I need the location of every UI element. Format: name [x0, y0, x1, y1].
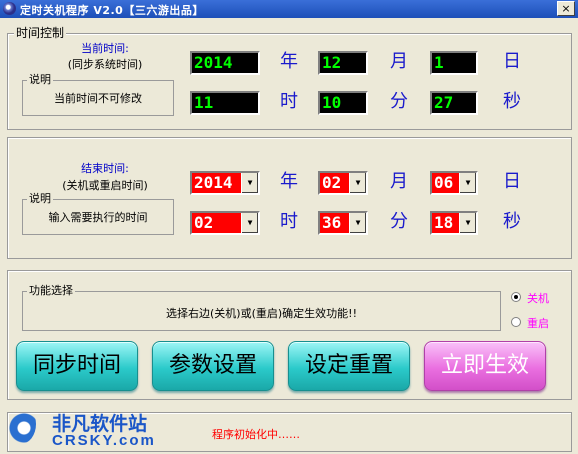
unit-minute-end: 分: [390, 211, 408, 232]
window-title: 定时关机程序 V2.0【三六游出品】: [20, 4, 204, 17]
end-time-note-box: 说明 输入需要执行的时间: [22, 192, 174, 235]
end-time-note: 输入需要执行的时间: [48, 211, 148, 224]
function-legend: 功能选择: [27, 284, 75, 298]
unit-hour: 时: [280, 91, 298, 112]
unit-year: 年: [280, 51, 298, 72]
end-hour-value: 02: [194, 213, 214, 232]
unit-second: 秒: [503, 91, 521, 112]
unit-year-end: 年: [280, 171, 298, 192]
unit-month: 月: [390, 51, 408, 72]
end-day-value: 06: [434, 173, 454, 192]
current-month-field: 12: [318, 51, 368, 75]
unit-second-end: 秒: [503, 211, 521, 232]
current-year-field: 2014: [190, 51, 260, 75]
end-day-select[interactable]: 06 ▼: [430, 171, 478, 195]
current-second-field: 27: [430, 91, 478, 115]
chevron-down-icon[interactable]: ▼: [459, 173, 476, 193]
status-text: 程序初始化中……: [212, 428, 300, 441]
current-day-field: 1: [430, 51, 478, 75]
current-hour-field: 11: [190, 91, 260, 115]
end-year-value: 2014: [194, 173, 233, 192]
unit-day: 日: [503, 51, 521, 72]
unit-hour-end: 时: [280, 211, 298, 232]
end-time-group: [7, 137, 572, 259]
current-time-note-legend: 说明: [27, 73, 53, 87]
current-minute-field: 10: [318, 91, 368, 115]
end-minute-value: 36: [322, 213, 342, 232]
end-month-value: 02: [322, 173, 342, 192]
apply-now-button[interactable]: 立即生效: [424, 341, 546, 391]
reset-button[interactable]: 设定重置: [288, 341, 410, 391]
current-time-sublabel: (同步系统时间): [67, 58, 143, 71]
title-bar: 定时关机程序 V2.0【三六游出品】 ×: [0, 0, 578, 18]
function-instruction: 选择右边(关机)或(重启)确定生效功能!!: [166, 307, 357, 320]
app-icon: [3, 2, 16, 15]
watermark-en: CRSKY.com: [52, 432, 156, 449]
end-hour-select[interactable]: 02 ▼: [190, 211, 260, 235]
end-minute-select[interactable]: 36 ▼: [318, 211, 368, 235]
chevron-down-icon[interactable]: ▼: [241, 173, 258, 193]
watermark-logo-icon: [6, 404, 36, 444]
chevron-down-icon[interactable]: ▼: [349, 173, 366, 193]
current-time-note-box: 说明 当前时间不可修改: [22, 73, 174, 116]
end-time-label: 结束时间:: [81, 162, 129, 175]
radio-restart[interactable]: [511, 317, 521, 327]
close-button[interactable]: ×: [557, 1, 575, 16]
end-second-select[interactable]: 18 ▼: [430, 211, 478, 235]
end-year-select[interactable]: 2014 ▼: [190, 171, 260, 195]
end-month-select[interactable]: 02 ▼: [318, 171, 368, 195]
radio-shutdown[interactable]: [511, 292, 521, 302]
chevron-down-icon[interactable]: ▼: [459, 213, 476, 233]
function-box: 功能选择 选择右边(关机)或(重启)确定生效功能!!: [22, 284, 501, 331]
radio-shutdown-label[interactable]: 关机: [527, 290, 549, 306]
current-time-group-title: 时间控制: [14, 26, 67, 40]
current-time-label: 当前时间:: [81, 42, 129, 55]
current-time-note: 当前时间不可修改: [54, 92, 142, 105]
end-second-value: 18: [434, 213, 454, 232]
chevron-down-icon[interactable]: ▼: [349, 213, 366, 233]
sync-time-button[interactable]: 同步时间: [16, 341, 138, 391]
unit-minute: 分: [390, 91, 408, 112]
settings-button[interactable]: 参数设置: [152, 341, 274, 391]
unit-day-end: 日: [503, 171, 521, 192]
unit-month-end: 月: [390, 171, 408, 192]
end-time-note-legend: 说明: [27, 192, 53, 206]
chevron-down-icon[interactable]: ▼: [241, 213, 258, 233]
end-time-sublabel: (关机或重启时间): [62, 179, 148, 192]
radio-restart-label[interactable]: 重启: [527, 315, 549, 331]
